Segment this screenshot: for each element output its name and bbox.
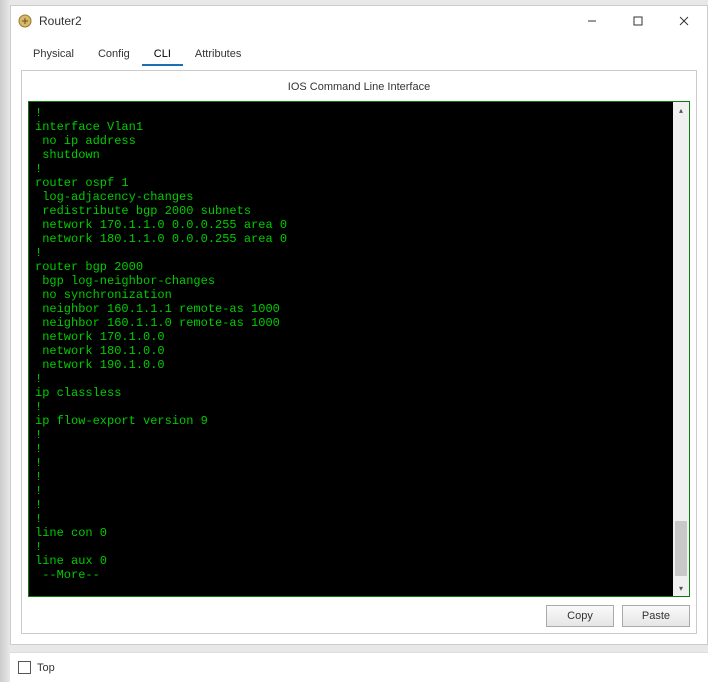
tab-cli[interactable]: CLI [142,44,183,66]
content-area: IOS Command Line Interface ! interface V… [21,70,697,634]
tab-config[interactable]: Config [86,44,142,66]
window-controls [569,6,707,36]
button-row: Copy Paste [28,597,690,627]
left-shadow [0,0,10,682]
window-title: Router2 [39,14,569,28]
minimize-button[interactable] [569,6,615,36]
tab-physical[interactable]: Physical [21,44,86,66]
terminal-container: ! interface Vlan1 no ip address shutdown… [28,101,690,597]
maximize-button[interactable] [615,6,661,36]
scroll-up-arrow[interactable]: ▴ [673,102,689,118]
tab-attributes[interactable]: Attributes [183,44,253,66]
bottom-bar: Top [10,652,708,682]
scroll-down-arrow[interactable]: ▾ [673,580,689,596]
top-checkbox[interactable] [18,661,31,674]
terminal-scrollbar[interactable]: ▴ ▾ [673,102,689,596]
terminal-output[interactable]: ! interface Vlan1 no ip address shutdown… [29,102,673,596]
app-window: Router2 Physical Config CLI Attributes I… [10,5,708,645]
top-checkbox-label: Top [37,662,55,674]
tabbar: Physical Config CLI Attributes [11,36,707,66]
router-icon [17,13,33,29]
titlebar: Router2 [11,6,707,36]
cli-heading: IOS Command Line Interface [28,77,690,101]
copy-button[interactable]: Copy [546,605,614,627]
paste-button[interactable]: Paste [622,605,690,627]
close-button[interactable] [661,6,707,36]
scroll-thumb[interactable] [675,521,687,576]
